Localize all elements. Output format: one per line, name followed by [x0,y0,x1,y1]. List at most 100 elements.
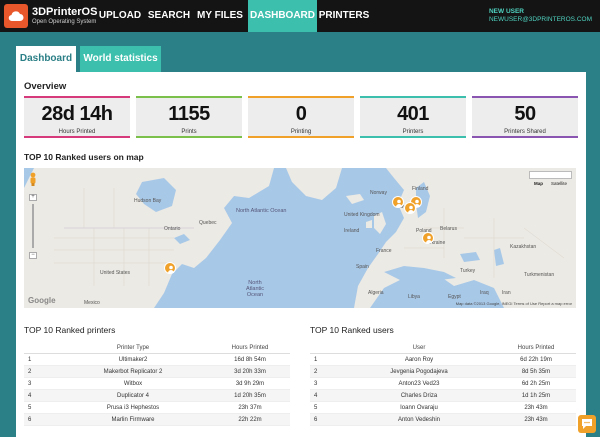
map-type-satellite-button[interactable]: Satellite [547,181,571,187]
hours-printed: 3d 9h 29m [235,381,265,387]
hours-printed: 3d 20h 33m [234,369,266,375]
column-header-hours-printed[interactable]: Hours Printed [500,342,572,354]
printer-type: Duplicator 4 [116,393,149,399]
top-navbar: 3DPrinterOS Open Operating System UPLOAD… [0,0,600,32]
user-name: Anton Vedeshin [397,417,441,423]
world-map[interactable]: North Atlantic Ocean North Atlantic Ocea… [24,168,576,308]
map-type-map-button[interactable]: Map [530,181,547,187]
hours-printed: 16d 8h 54m [234,357,266,363]
map-label-hudson-bay: Hudson Bay [134,198,162,204]
stat-value: 401 [397,103,429,125]
stat-value: 0 [295,103,307,125]
user-icon [396,199,402,207]
map-label-united-states: United States [100,270,131,276]
row-index: 4 [314,393,318,399]
hours-printed: 6d 22h 19m [520,357,552,363]
stat-value: 50 [514,103,536,125]
map-marker-user[interactable] [404,202,416,214]
hours-printed: 23h 43m [524,405,548,411]
user-email: NEWUSER@3DPRINTEROS.COM [488,16,592,23]
table-row: 5 Ioann Ovaraju 23h 43m [310,402,576,414]
street-view-pegman-icon[interactable] [28,172,38,186]
table-row: 1 Ultimaker2 16d 8h 54m [24,354,290,366]
chat-icon [582,419,592,429]
map-zoom-control: + − [29,186,37,262]
row-index: 5 [28,405,32,411]
tab-dashboard[interactable]: Dashboard [16,46,76,72]
row-index: 3 [28,381,32,387]
zoom-in-icon[interactable]: + [29,194,37,201]
map-label-algeria: Algeria [368,290,384,296]
map-marker-user[interactable] [164,262,176,274]
column-header-printer-type[interactable]: Printer Type [58,342,208,354]
tab-world-statistics[interactable]: World statistics [80,46,161,72]
table-row: 2 Makerbot Replicator 2 3d 20h 33m [24,366,290,378]
table-row: 4 Duplicator 4 1d 20h 35m [24,390,290,402]
printer-type: Makerbot Replicator 2 [103,369,163,375]
app-tagline: Open Operating System [32,19,97,25]
map-marker-user[interactable] [392,196,404,208]
nav-search[interactable]: SEARCH [146,0,192,32]
map-label-ireland: Ireland [344,228,360,234]
map-heading: TOP 10 Ranked users on map [24,152,144,162]
stat-card-hours-printed: 28d 14h Hours Printed [24,96,130,138]
map-label-iraq: Iraq [480,290,489,296]
stat-card-printing: 0 Printing [248,96,354,138]
map-label-belarus: Belarus [440,226,457,232]
table-row: 3 Anton23 Ved23 6d 2h 25m [310,378,576,390]
row-index: 5 [314,405,318,411]
google-logo: Google [28,296,56,305]
user-name: NEW USER [488,8,524,15]
printer-type: Ultimaker2 [118,357,148,363]
user-name: Ioann Ovaraju [400,405,438,411]
map-label-ontario: Ontario [164,226,181,232]
user-icon [168,265,174,273]
map-label-mexico: Mexico [84,300,100,306]
row-index: 1 [28,357,32,363]
printer-type: Prusa i3 Hephestos [106,405,160,411]
table-row: 4 Charles Driza 1d 1h 25m [310,390,576,402]
map-label-turkey: Turkey [460,268,476,274]
column-header-hours-printed[interactable]: Hours Printed [214,342,286,354]
map-label-united-kingdom: United Kingdom [344,212,380,218]
zoom-slider[interactable] [32,204,34,248]
stat-label: Hours Printed [58,129,96,135]
stat-card-printers-shared: 50 Printers Shared [472,96,578,138]
zoom-out-icon[interactable]: − [29,252,37,259]
stat-label: Printers Shared [504,129,546,135]
stat-card-printers: 401 Printers [360,96,466,138]
nav-upload[interactable]: UPLOAD [94,0,146,32]
map-marker-user[interactable] [422,232,434,244]
map-land-svg [24,168,576,308]
hours-printed: 1d 20h 35m [234,393,266,399]
nav-printers[interactable]: PRINTERS [317,0,371,32]
map-label-norway: Norway [370,190,387,196]
table-header: Printer Type Hours Printed [24,342,290,354]
column-header-user[interactable]: User [344,342,494,354]
table-row: 2 Jevgenia Pogodajeva 8d 5h 35m [310,366,576,378]
users-table: User Hours Printed 1 Aaron Roy 6d 22h 19… [310,342,576,426]
user-name: Anton23 Ved23 [398,381,440,387]
nav-dashboard[interactable]: DASHBOARD [248,0,317,32]
map-attribution: Map data ©2013 Google, INEGI Terms of Us… [455,301,572,306]
stat-label: Prints [181,129,197,135]
row-index: 6 [314,417,318,423]
stat-value: 1155 [168,103,210,125]
row-index: 2 [314,369,318,375]
stat-value: 28d 14h [41,103,113,125]
user-menu[interactable]: NEW USER NEWUSER@3DPRINTEROS.COM [489,8,592,23]
map-label-spain: Spain [356,264,369,270]
hours-printed: 22h 22m [238,417,262,423]
table-row: 3 Witbox 3d 9h 29m [24,378,290,390]
chat-support-button[interactable] [578,415,596,433]
hours-printed: 23h 37m [238,405,262,411]
printer-type: Witbox [123,381,143,387]
map-label-france: France [376,248,392,254]
nav-my-files[interactable]: MY FILES [192,0,248,32]
printers-table-heading: TOP 10 Ranked printers [24,325,116,335]
map-label-north-atlantic-2: North Atlantic Ocean [246,280,265,298]
row-index: 4 [28,393,32,399]
cloud-icon [4,4,28,28]
hours-printed: 6d 2h 25m [521,381,551,387]
map-label-turkmenistan: Turkmenistan [524,272,555,278]
